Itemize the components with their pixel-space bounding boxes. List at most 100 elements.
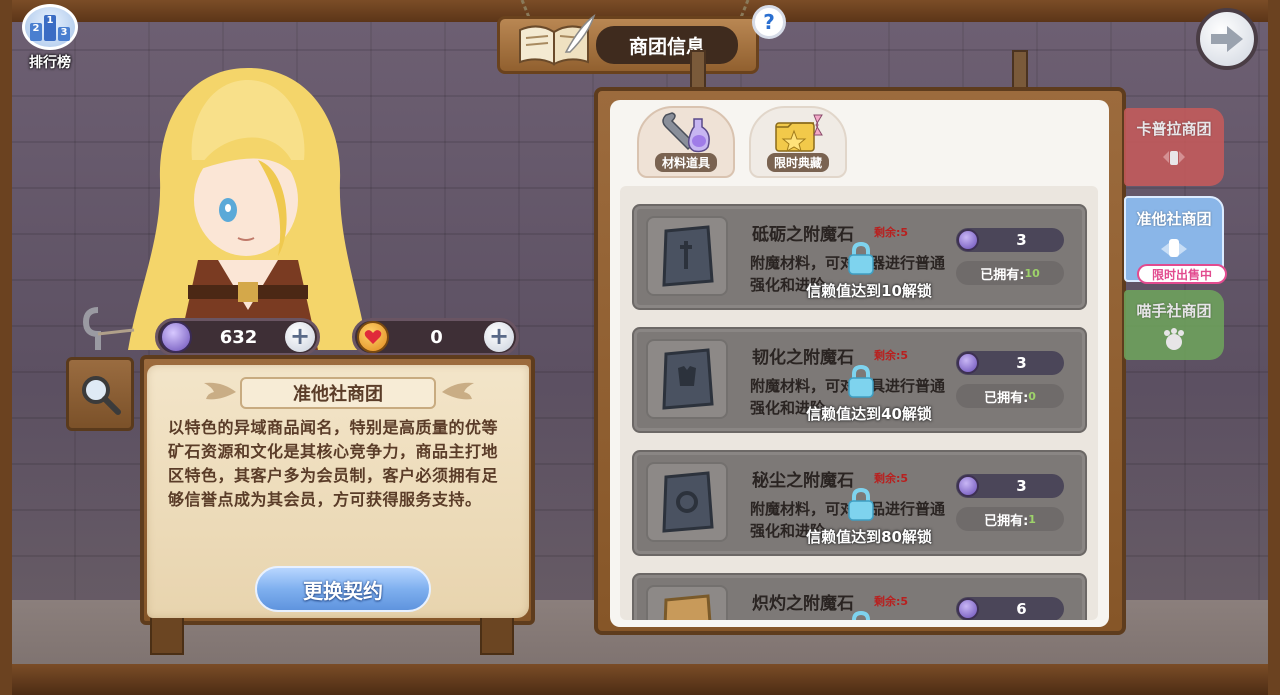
owned-value: 1 bbox=[1028, 512, 1036, 526]
remain-label: 剩余: bbox=[874, 472, 901, 485]
guild-flag-label: 喵手社商团 bbox=[1136, 302, 1212, 320]
shop-item[interactable]: 炽灼之附魔石 剩余:5 6 bbox=[632, 573, 1087, 620]
book-quill-icon bbox=[519, 14, 596, 66]
gem-icon bbox=[160, 321, 192, 353]
guild-flag-kapula[interactable]: 卡普拉商团 bbox=[1124, 108, 1224, 186]
tab-limited-label: 限时典藏 bbox=[766, 153, 829, 172]
trust-amount: 0 bbox=[430, 326, 443, 348]
kapula-emblem-icon bbox=[1163, 151, 1185, 165]
buy-button[interactable]: 3 bbox=[956, 474, 1064, 498]
guild-flag-miao[interactable]: 喵手社商团 bbox=[1124, 290, 1224, 360]
folder-star-icon bbox=[775, 114, 823, 153]
unlock-requirement: 信赖值达到80解锁 bbox=[806, 528, 932, 546]
heart-icon bbox=[357, 321, 389, 353]
guild-name: 准他社商团 bbox=[240, 377, 436, 409]
help-button[interactable]: ? bbox=[752, 5, 786, 39]
item-thumbnail bbox=[646, 585, 728, 620]
owned-count: 已拥有: 1 bbox=[956, 507, 1064, 531]
lock-icon bbox=[848, 242, 874, 275]
remain-label: 剩余: bbox=[874, 226, 901, 239]
rank-digit: 2 bbox=[30, 23, 42, 41]
ranking-button[interactable]: 2 1 3 排行榜 bbox=[18, 4, 82, 76]
unlock-requirement: 信赖值达到10解锁 bbox=[806, 282, 932, 300]
shop-item-list[interactable]: 砥砺之附魔石 剩余:5 附魔材料，可对武器进行普通强化和进阶 信赖值达到10解锁… bbox=[620, 186, 1098, 620]
owned-label: 已拥有: bbox=[984, 390, 1029, 406]
add-trust-button[interactable]: + bbox=[484, 322, 514, 352]
gem-icon bbox=[957, 352, 979, 374]
remain-count: 5 bbox=[900, 226, 909, 239]
lock-icon bbox=[852, 611, 870, 620]
buy-button[interactable]: 3 bbox=[956, 228, 1064, 252]
panel-hanger bbox=[690, 50, 706, 92]
add-gem-button[interactable]: + bbox=[285, 322, 315, 352]
wing-left-icon bbox=[204, 382, 236, 400]
item-thumbnail bbox=[646, 339, 728, 419]
buy-button[interactable]: 3 bbox=[956, 351, 1064, 375]
frame-right bbox=[1268, 0, 1280, 695]
item-price: 3 bbox=[1016, 231, 1027, 249]
gem-amount: 632 bbox=[219, 326, 258, 348]
tab-limited[interactable]: 限时典藏 bbox=[749, 106, 847, 178]
enchant-stone-sword-icon bbox=[662, 225, 714, 287]
owned-value: 10 bbox=[1024, 266, 1040, 280]
item-name: 秘尘之附魔石 bbox=[752, 471, 854, 491]
item-price: 6 bbox=[1016, 600, 1027, 618]
gem-currency-bar: 632 + bbox=[155, 318, 320, 356]
gem-icon bbox=[957, 598, 979, 620]
rank-digit: 3 bbox=[58, 27, 70, 41]
owned-count: 已拥有: 0 bbox=[956, 384, 1064, 408]
item-remaining: 剩余:5 bbox=[874, 593, 908, 609]
item-remaining: 剩余:5 bbox=[874, 224, 908, 240]
item-thumbnail bbox=[646, 462, 728, 542]
change-contract-button[interactable]: 更换契约 bbox=[255, 566, 431, 612]
item-name: 炽灼之附魔石 bbox=[752, 594, 854, 614]
search-icon bbox=[82, 376, 121, 415]
shop-item[interactable]: 秘尘之附魔石 剩余:5 附魔材料，可对饰品进行普通强化和进阶 信赖值达到80解锁… bbox=[632, 450, 1087, 556]
arrow-right-icon bbox=[1211, 26, 1243, 52]
wrench-potion-icon bbox=[662, 112, 710, 153]
tab-materials[interactable]: 材料道具 bbox=[637, 106, 735, 178]
trust-currency-bar: 0 + bbox=[352, 318, 519, 356]
podium-icon: 2 1 3 bbox=[22, 4, 78, 50]
remain-label: 剩余: bbox=[874, 595, 901, 608]
remain-count: 5 bbox=[900, 349, 909, 362]
hook-decoration bbox=[82, 307, 135, 350]
shop-item[interactable]: 砥砺之附魔石 剩余:5 附魔材料，可对武器进行普通强化和进阶 信赖值达到10解锁… bbox=[632, 204, 1087, 310]
remain-count: 5 bbox=[900, 472, 909, 485]
search-button[interactable] bbox=[66, 357, 134, 431]
remain-label: 剩余: bbox=[874, 349, 901, 362]
character-portrait bbox=[128, 68, 368, 350]
paw-emblem-icon bbox=[1164, 328, 1184, 350]
shop-item[interactable]: 韧化之附魔石 剩余:5 附魔材料，可对防具进行普通强化和进阶 信赖值达到40解锁… bbox=[632, 327, 1087, 433]
item-price: 3 bbox=[1016, 477, 1027, 495]
lock-icon bbox=[848, 488, 874, 521]
buy-button[interactable]: 6 bbox=[956, 597, 1064, 620]
guild-description: 以特色的异域商品闻名，特别是高质量的优等矿石资源和文化是其核心竞争力，商品主打地… bbox=[168, 418, 499, 509]
unlock-requirement: 信赖值达到40解锁 bbox=[806, 405, 932, 423]
ranking-label: 排行榜 bbox=[29, 55, 71, 71]
next-arrow-button[interactable] bbox=[1196, 8, 1258, 70]
owned-count: 已拥有: 10 bbox=[956, 261, 1064, 285]
wing-right-icon bbox=[442, 382, 474, 400]
frame-left bbox=[0, 0, 12, 695]
tab-materials-label: 材料道具 bbox=[654, 153, 717, 172]
lock-icon bbox=[848, 365, 874, 398]
zhunta-emblem-icon bbox=[1161, 239, 1187, 257]
owned-label: 已拥有: bbox=[980, 267, 1025, 283]
guild-flag-label: 准他社商团 bbox=[1136, 210, 1212, 228]
panel-hanger bbox=[1012, 50, 1028, 92]
gem-icon bbox=[957, 475, 979, 497]
remain-count: 5 bbox=[900, 595, 909, 608]
rank-digit: 1 bbox=[44, 15, 56, 41]
enchant-stone-ring-icon bbox=[662, 471, 714, 533]
enchant-stone-armor-icon bbox=[662, 348, 714, 410]
owned-value: 0 bbox=[1028, 389, 1036, 403]
frame-bottom bbox=[0, 664, 1280, 695]
item-name: 韧化之附魔石 bbox=[752, 348, 854, 368]
item-remaining: 剩余:5 bbox=[874, 347, 908, 363]
item-name: 砥砺之附魔石 bbox=[752, 225, 854, 245]
owned-label: 已拥有: bbox=[984, 513, 1029, 529]
enchant-stone-fire-icon bbox=[663, 594, 712, 620]
limited-sale-badge: 限时出售中 bbox=[1137, 264, 1227, 284]
item-price: 3 bbox=[1016, 354, 1027, 372]
